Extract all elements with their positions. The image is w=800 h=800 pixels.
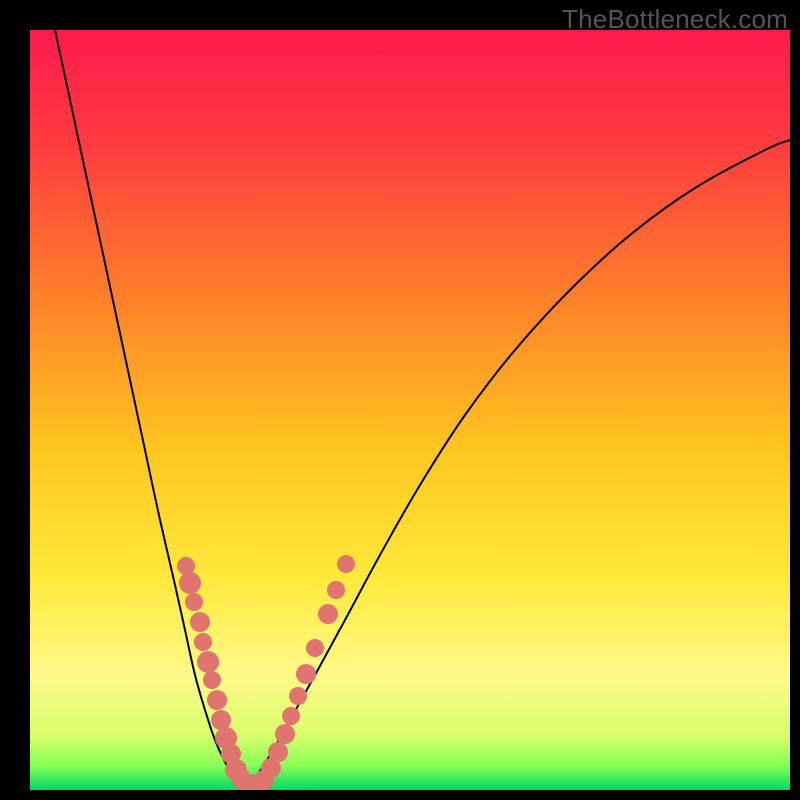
data-marker	[179, 572, 201, 594]
plot-area	[30, 30, 790, 790]
data-marker	[306, 639, 324, 657]
data-marker	[289, 687, 307, 705]
marker-group	[177, 555, 355, 790]
data-marker	[194, 633, 212, 651]
data-marker	[327, 581, 345, 599]
curve-right-branch	[245, 140, 790, 788]
data-marker	[211, 710, 231, 730]
data-marker	[190, 612, 210, 632]
chart-frame: TheBottleneck.com	[0, 0, 800, 800]
data-marker	[268, 742, 288, 762]
data-marker	[318, 604, 338, 624]
data-marker	[275, 724, 295, 744]
data-marker	[337, 555, 355, 573]
data-marker	[282, 707, 300, 725]
data-marker	[296, 664, 316, 684]
data-marker	[185, 593, 203, 611]
data-marker	[197, 651, 219, 673]
data-marker	[207, 690, 227, 710]
bottleneck-curve	[30, 30, 790, 790]
data-marker	[203, 671, 221, 689]
